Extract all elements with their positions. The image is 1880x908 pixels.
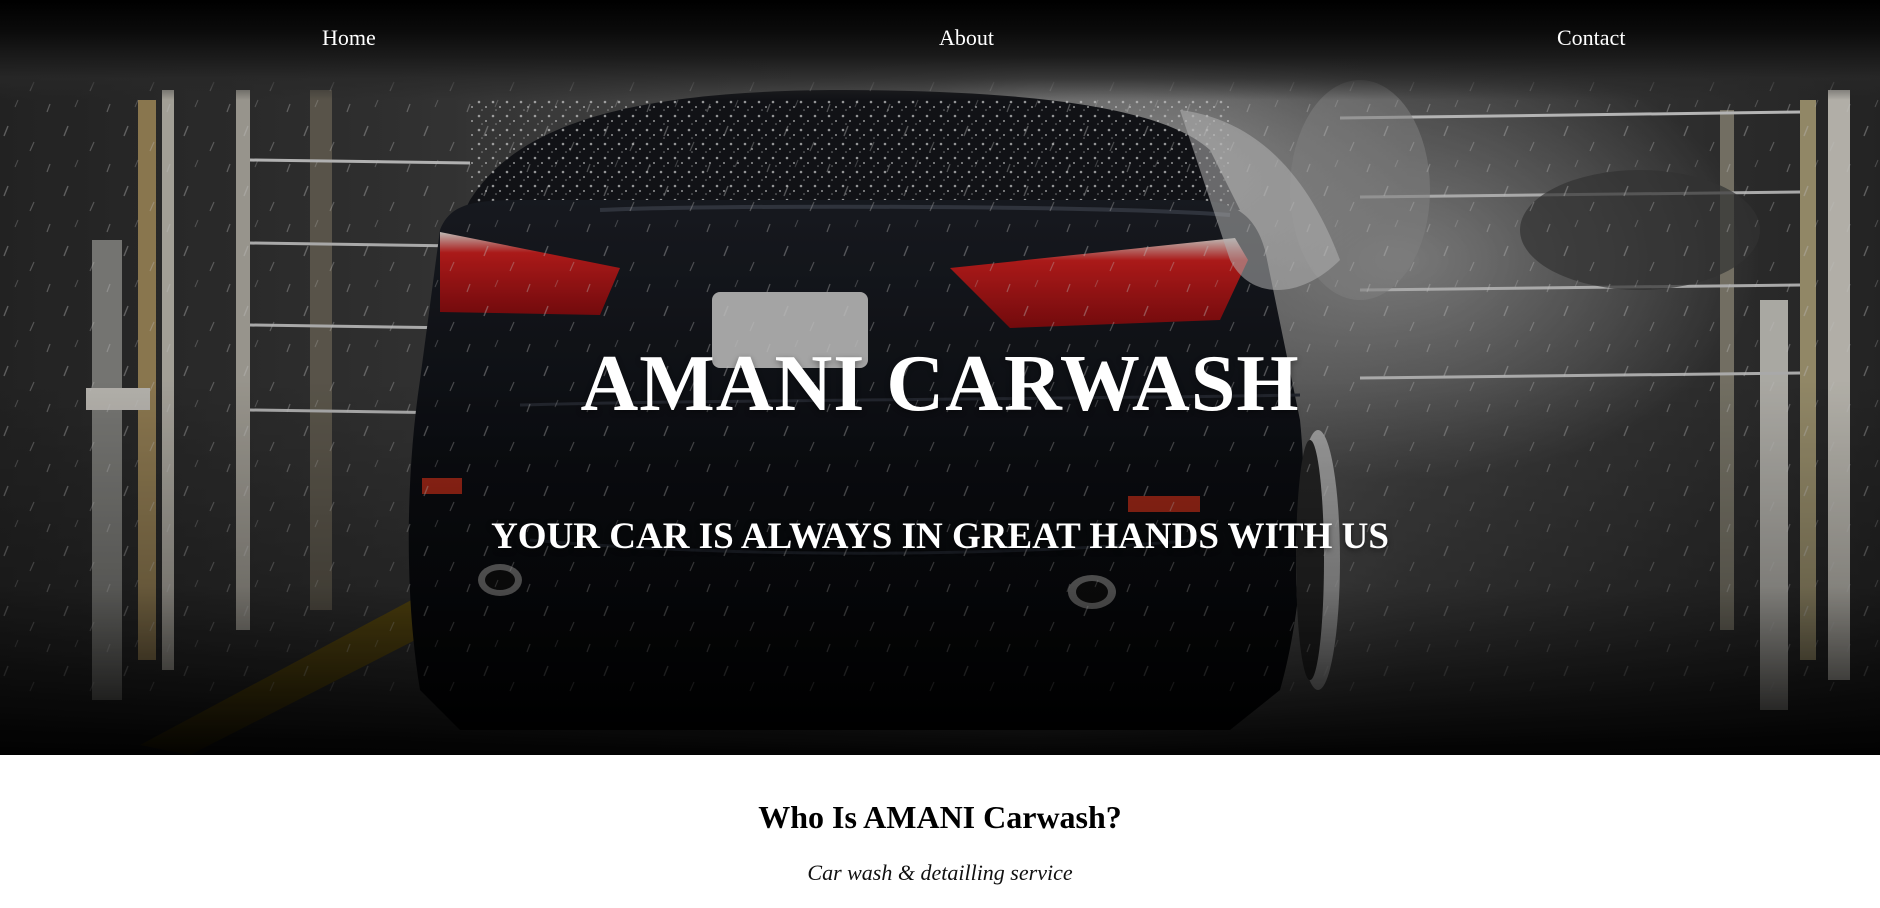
about-heading: Who Is AMANI Carwash?	[758, 799, 1122, 835]
about-section: Who Is AMANI Carwash? Car wash & detaill…	[0, 755, 1880, 908]
main-navbar: Home About Contact	[0, 0, 1880, 100]
page: Home About Contact AMANI CARWASH YOUR CA…	[0, 0, 1880, 908]
hero-section: Home About Contact AMANI CARWASH YOUR CA…	[0, 0, 1880, 755]
nav-link-contact[interactable]: Contact	[1557, 24, 1625, 52]
hero-title: AMANI CARWASH	[580, 340, 1300, 428]
nav-link-home[interactable]: Home	[322, 24, 376, 52]
hero-tagline: YOUR CAR IS ALWAYS IN GREAT HANDS WITH U…	[491, 516, 1389, 557]
nav-link-about[interactable]: About	[939, 24, 994, 52]
about-subheading: Car wash & detailling service	[807, 860, 1073, 885]
